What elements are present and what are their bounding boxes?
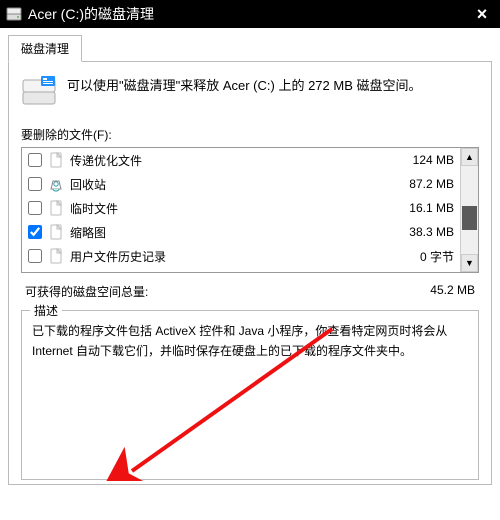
file-size: 124 MB <box>374 153 454 167</box>
window-title: Acer (C:)的磁盘清理 <box>28 4 470 24</box>
files-to-delete-label: 要删除的文件(F): <box>21 126 479 143</box>
file-name: 缩略图 <box>70 224 374 241</box>
file-size: 87.2 MB <box>374 177 454 191</box>
disk-cleanup-icon <box>21 76 57 108</box>
scroll-thumb[interactable] <box>462 206 477 230</box>
file-size: 16.1 MB <box>374 201 454 215</box>
file-icon <box>48 224 64 240</box>
file-checkbox[interactable] <box>28 249 42 263</box>
scroll-down-icon[interactable]: ▼ <box>461 254 478 272</box>
total-gain-label: 可获得的磁盘空间总量: <box>25 283 148 300</box>
file-size: 0 字节 <box>374 248 454 265</box>
table-row[interactable]: 用户文件历史记录0 字节 <box>22 244 460 268</box>
description-legend: 描述 <box>30 302 62 319</box>
file-checkbox[interactable] <box>28 153 42 167</box>
scroll-up-icon[interactable]: ▲ <box>461 148 478 166</box>
recycle-bin-icon <box>48 176 64 192</box>
file-icon <box>48 200 64 216</box>
file-checkbox[interactable] <box>28 225 42 239</box>
intro-text: 可以使用"磁盘清理"来释放 Acer (C:) 上的 272 MB 磁盘空间。 <box>67 76 421 97</box>
scroll-track[interactable] <box>461 166 478 254</box>
table-row[interactable]: 缩略图38.3 MB <box>22 220 460 244</box>
file-checkbox[interactable] <box>28 177 42 191</box>
file-name: 临时文件 <box>70 200 374 217</box>
table-row[interactable]: 传递优化文件124 MB <box>22 148 460 172</box>
file-list: 传递优化文件124 MB回收站87.2 MB临时文件16.1 MB缩略图38.3… <box>21 147 479 273</box>
file-name: 传递优化文件 <box>70 152 374 169</box>
close-icon[interactable]: × <box>470 4 494 25</box>
scrollbar[interactable]: ▲ ▼ <box>460 148 478 272</box>
drive-icon <box>6 6 22 22</box>
file-checkbox[interactable] <box>28 201 42 215</box>
total-gain-value: 45.2 MB <box>430 283 475 300</box>
file-icon <box>48 152 64 168</box>
tab-disk-cleanup[interactable]: 磁盘清理 <box>8 35 82 62</box>
file-size: 38.3 MB <box>374 225 454 239</box>
file-name: 用户文件历史记录 <box>70 248 374 265</box>
description-text: 已下载的程序文件包括 ActiveX 控件和 Java 小程序，你查看特定网页时… <box>32 321 468 362</box>
table-row[interactable]: 回收站87.2 MB <box>22 172 460 196</box>
table-row[interactable]: 临时文件16.1 MB <box>22 196 460 220</box>
file-name: 回收站 <box>70 176 374 193</box>
file-icon <box>48 248 64 264</box>
